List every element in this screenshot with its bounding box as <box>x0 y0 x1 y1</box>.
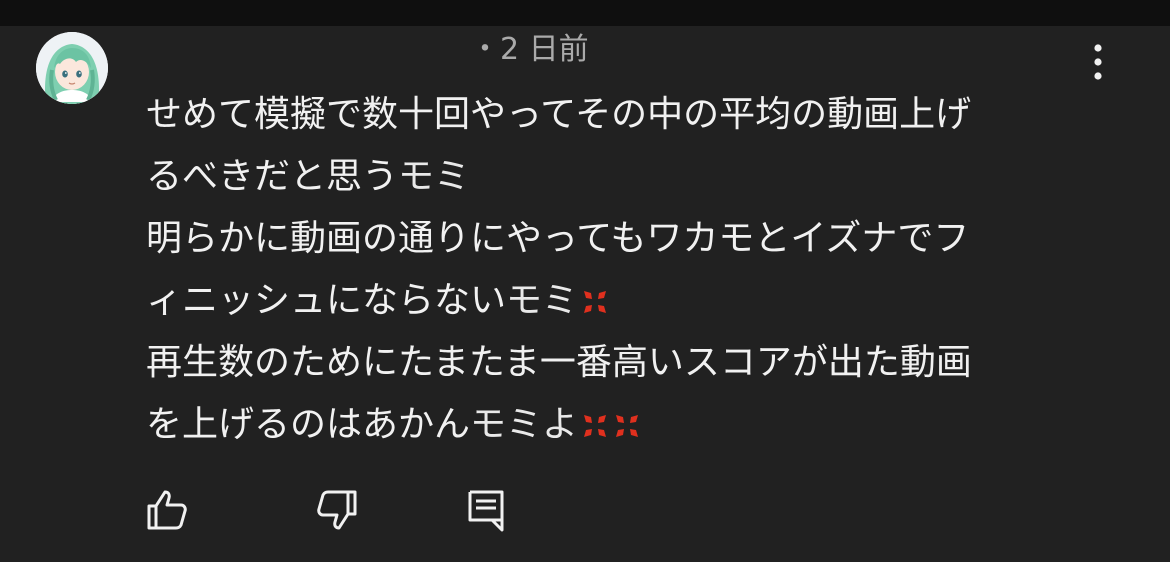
anger-symbol-icon <box>584 415 607 437</box>
comment-line: 再生数のためにたまたま一番高いスコアが出た動画 <box>146 332 1086 394</box>
thumbs-up-icon <box>147 490 187 530</box>
anger-symbol-icon <box>616 415 639 437</box>
comment-line-suffix: モミ <box>398 156 471 197</box>
comment-line-suffix: モミ <box>506 280 579 321</box>
avatar-image <box>36 32 108 104</box>
comment-body: せめて模擬で数十回やってその中の平均の動画上げ るべきだと思うモミ 明らかに動画… <box>146 84 1086 456</box>
dislike-button[interactable] <box>313 486 361 534</box>
like-button[interactable] <box>143 486 191 534</box>
comment-line: ィニッシュにならないモミ <box>146 270 1086 332</box>
top-bar <box>0 0 1170 26</box>
avatar[interactable] <box>36 32 108 104</box>
comment-line-text: 明らかに動画の通りにやってもワカモとイズナでフ <box>146 218 970 259</box>
comment-line-text: ィニッシュにならない <box>146 280 507 321</box>
reply-button[interactable] <box>462 486 510 534</box>
comment-line-text: るべきだと思う <box>146 156 399 197</box>
comment-card: ・2 日前 せめて模擬で数十回やってその中の平均の動画上げ るべきだと思うモミ … <box>0 26 1170 562</box>
comment-line-text: せめて模擬で数十回やってその中の平均の動画上げ <box>146 94 972 135</box>
anger-symbol-icon <box>584 291 607 313</box>
more-vert-icon[interactable] <box>1082 42 1114 82</box>
comment-line: るべきだと思うモミ <box>146 146 1086 208</box>
reply-comment-icon <box>468 490 504 532</box>
comment-line: せめて模擬で数十回やってその中の平均の動画上げ <box>146 84 1086 146</box>
comment-timestamp: ・2 日前 <box>470 32 589 67</box>
comment-line: 明らかに動画の通りにやってもワカモとイズナでフ <box>146 208 1086 270</box>
thumbs-down-icon <box>317 490 357 530</box>
comment-line-text: を上げるのはあかん <box>146 404 471 445</box>
comment-line-text: 再生数のためにたまたま一番高いスコアが出た動画 <box>146 342 972 383</box>
comment-line-suffix: モミよ <box>470 404 579 445</box>
comment-line: を上げるのはあかんモミよ <box>146 394 1086 456</box>
